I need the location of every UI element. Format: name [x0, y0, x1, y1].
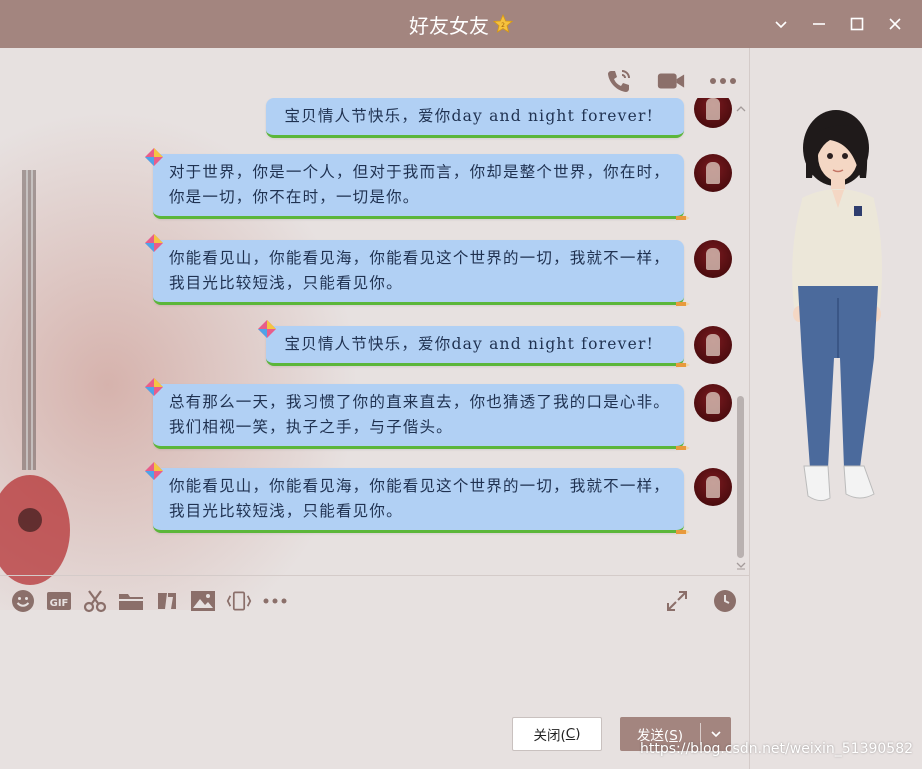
- gif-icon[interactable]: GIF: [46, 588, 72, 614]
- title-wrap: 好友女友 2: [409, 10, 513, 39]
- kite-icon: [144, 234, 163, 252]
- message-line: 我目光比较短浅，只能看见你。: [168, 502, 403, 520]
- more-icon[interactable]: [262, 588, 288, 614]
- watermark: https://blog.csdn.net/weixin_51390582: [640, 741, 914, 757]
- message-line: 宝贝情人节快乐，爱你day and night forever!: [284, 107, 654, 125]
- right-panel: [750, 48, 922, 769]
- close-button-label: 关闭(: [533, 728, 566, 744]
- message-bubble[interactable]: 总有那么一天，我习惯了你的直来直去，你也猜透了我的口是心非。 我们相视一笑，执子…: [144, 378, 690, 450]
- minimize-icon[interactable]: [800, 0, 838, 48]
- message-row: 你能看见山，你能看见海，你能看见这个世界的一切，我就不一样， 我目光比较短浅，只…: [144, 462, 732, 534]
- chat-header-actions: [604, 66, 738, 96]
- input-toolbar-right: [664, 588, 738, 614]
- scroll-thumb[interactable]: [737, 396, 744, 558]
- message-row: 总有那么一天，我习惯了你的直来直去，你也猜透了我的口是心非。 我们相视一笑，执子…: [144, 378, 732, 450]
- avatar[interactable]: [694, 468, 732, 506]
- close-button[interactable]: 关闭(C): [512, 717, 602, 751]
- close-icon[interactable]: [876, 0, 914, 48]
- image-icon[interactable]: [190, 588, 216, 614]
- message-line: 宝贝情人节快乐，爱你day and night forever!: [284, 335, 654, 353]
- message-input[interactable]: [0, 620, 749, 710]
- star-icon: 2: [493, 14, 513, 33]
- message-line: 你能看见山，你能看见海，你能看见这个世界的一切，我就不一样，: [168, 477, 670, 495]
- close-button-label-end: ): [575, 726, 581, 742]
- shake-icon[interactable]: [154, 588, 180, 614]
- folder-icon[interactable]: [118, 588, 144, 614]
- message-row: 宝贝情人节快乐，爱你day and night forever!: [258, 320, 732, 367]
- character-figure: [792, 110, 882, 502]
- avatar[interactable]: [694, 384, 732, 422]
- svg-text:2: 2: [501, 22, 505, 29]
- message-bubble[interactable]: 你能看见山，你能看见海，你能看见这个世界的一切，我就不一样， 我目光比较短浅，只…: [144, 462, 690, 534]
- maximize-icon[interactable]: [838, 0, 876, 48]
- kite-icon: [144, 462, 163, 480]
- pencil-icon: [676, 446, 690, 450]
- video-icon[interactable]: [656, 66, 686, 96]
- avatar[interactable]: [694, 326, 732, 364]
- close-button-hotkey: C: [565, 726, 576, 742]
- avatar[interactable]: [694, 98, 732, 128]
- pencil-icon: [676, 216, 690, 220]
- message-row: 你能看见山，你能看见海，你能看见这个世界的一切，我就不一样， 我目光比较短浅，只…: [144, 234, 732, 306]
- message-line: 我目光比较短浅，只能看见你。: [168, 274, 403, 292]
- scroll-down-icon[interactable]: [735, 560, 747, 570]
- window-controls: [762, 0, 914, 48]
- scroll-up-icon[interactable]: [735, 104, 747, 114]
- title-bar: 好友女友 2: [0, 0, 922, 48]
- kite-icon: [144, 148, 163, 166]
- kite-icon: [258, 320, 277, 338]
- screen-share-icon[interactable]: [226, 588, 252, 614]
- more-icon[interactable]: [708, 66, 738, 96]
- message-bubble[interactable]: 宝贝情人节快乐，爱你day and night forever!: [266, 98, 684, 138]
- message-bubble[interactable]: 宝贝情人节快乐，爱你day and night forever!: [258, 320, 690, 367]
- window-title: 好友女友: [409, 13, 489, 38]
- message-bubble[interactable]: 你能看见山，你能看见海，你能看见这个世界的一切，我就不一样， 我目光比较短浅，只…: [144, 234, 690, 306]
- message-bubble[interactable]: 对于世界，你是一个人，但对于我而言，你却是整个世界，你在时， 你是一切，你不在时…: [144, 148, 690, 220]
- expand-icon[interactable]: [664, 588, 690, 614]
- message-row: 对于世界，你是一个人，但对于我而言，你却是整个世界，你在时， 你是一切，你不在时…: [144, 148, 732, 220]
- message-line: 我们相视一笑，执子之手，与子偕头。: [168, 418, 453, 436]
- message-line: 总有那么一天，我习惯了你的直来直去，你也猜透了我的口是心非。: [168, 393, 670, 411]
- message-line: 你能看见山，你能看见海，你能看见这个世界的一切，我就不一样，: [168, 249, 670, 267]
- phone-icon[interactable]: [604, 66, 634, 96]
- svg-text:GIF: GIF: [50, 598, 69, 609]
- scrollbar[interactable]: [735, 104, 747, 570]
- avatar[interactable]: [694, 154, 732, 192]
- pencil-icon: [676, 530, 690, 534]
- scissors-icon[interactable]: [82, 588, 108, 614]
- message-row: 宝贝情人节快乐，爱你day and night forever!: [266, 98, 732, 138]
- emoji-icon[interactable]: [10, 588, 36, 614]
- history-icon[interactable]: [712, 588, 738, 614]
- kite-icon: [144, 378, 163, 396]
- toolbar-divider: [0, 575, 749, 576]
- message-list[interactable]: 宝贝情人节快乐，爱你day and night forever! 对于世界，你是…: [0, 98, 738, 566]
- input-toolbar: GIF: [10, 588, 288, 614]
- message-line: 你是一切，你不在时，一切是你。: [168, 188, 420, 206]
- message-line: 对于世界，你是一个人，但对于我而言，你却是整个世界，你在时，: [168, 163, 670, 181]
- pencil-icon: [676, 363, 690, 367]
- chevron-down-icon[interactable]: [762, 0, 800, 48]
- pencil-icon: [676, 302, 690, 306]
- avatar[interactable]: [694, 240, 732, 278]
- chevron-down-icon[interactable]: [701, 728, 731, 740]
